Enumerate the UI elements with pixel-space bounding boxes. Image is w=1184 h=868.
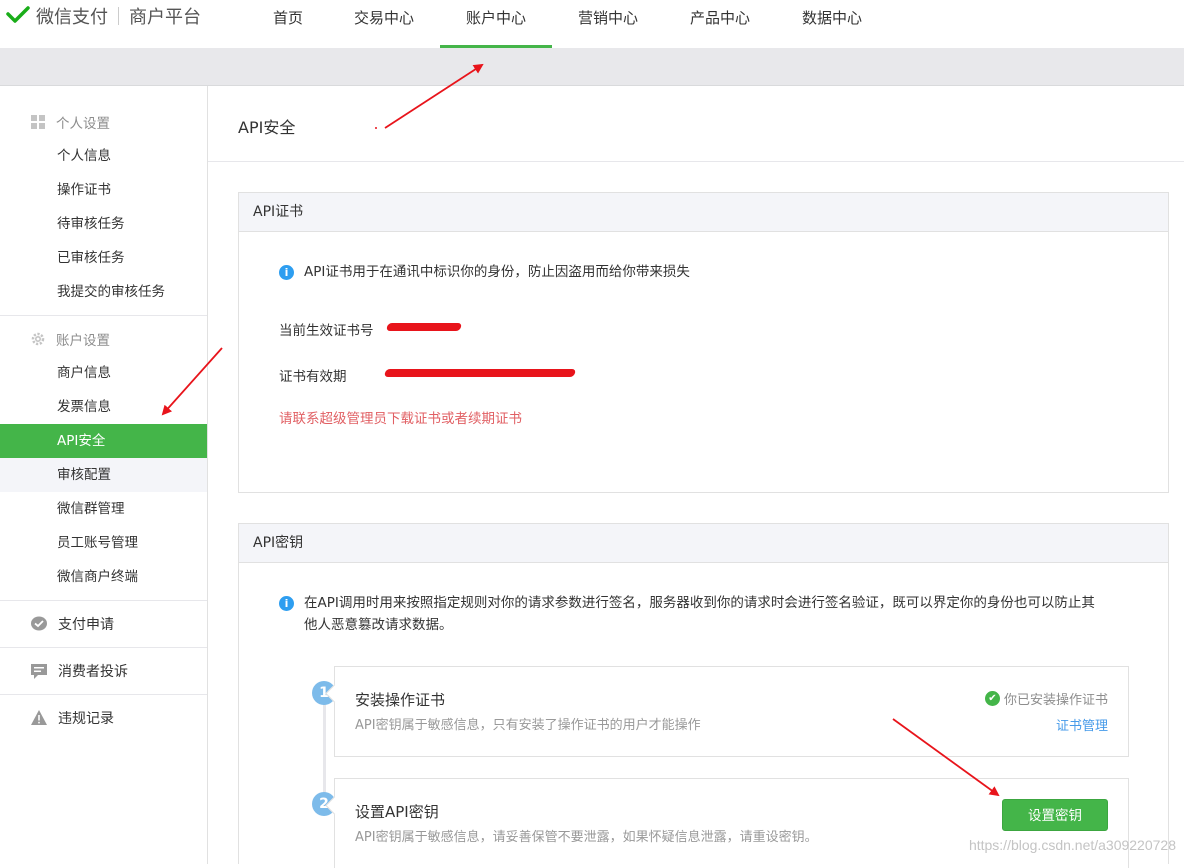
sidebar-divider [0, 315, 207, 316]
info-icon: i [279, 596, 294, 611]
cert-info: i API证书用于在通讯中标识你的身份，防止因盗用而给你带来损失 [279, 261, 690, 283]
page-title: API安全 [238, 118, 296, 137]
main-content: API安全 API证书 i API证书用于在通讯中标识你的身份，防止因盗用而给你… [208, 86, 1184, 868]
sidebar: 个人设置 个人信息 操作证书 待审核任务 已审核任务 我提交的审核任务 账户设置… [0, 86, 208, 864]
top-nav-bar: 微信支付 商户平台 首页 交易中心 账户中心 营销中心 产品中心 数据中心 [0, 0, 1184, 48]
step-desc: API密钥属于敏感信息，请妥善保管不要泄露，如果怀疑信息泄露，请重设密钥。 [355, 830, 818, 845]
nav-data-center[interactable]: 数据中心 [776, 0, 888, 48]
redaction-mark [385, 323, 463, 331]
sidebar-divider [0, 694, 207, 695]
brand-logo[interactable]: 微信支付 商户平台 [6, 4, 201, 28]
sidebar-item-merchant-terminal[interactable]: 微信商户终端 [0, 560, 207, 594]
key-info-line-1: 在API调用时用来按照指定规则对你的请求参数进行签名，服务器收到你的请求时会进行… [304, 595, 1095, 611]
cert-contact-note: 请联系超级管理员下载证书或者续期证书 [279, 411, 522, 427]
status-text: 你已安装操作证书 [1003, 693, 1108, 708]
brand-divider [118, 7, 119, 25]
sidebar-divider [0, 600, 207, 601]
sidebar-item-my-submitted-tasks[interactable]: 我提交的审核任务 [0, 275, 207, 309]
message-icon [31, 664, 47, 679]
info-icon: i [279, 265, 294, 280]
current-cert-label: 当前生效证书号 [279, 323, 374, 339]
sidebar-item-label: 消费者投诉 [58, 664, 128, 680]
step-set-api-key: 设置API密钥 API密钥属于敏感信息，请妥善保管不要泄露，如果怀疑信息泄露，请… [334, 778, 1129, 868]
sidebar-item-pending-tasks[interactable]: 待审核任务 [0, 207, 207, 241]
sidebar-item-label: 违规记录 [58, 711, 114, 727]
sidebar-item-invoice-info[interactable]: 发票信息 [0, 390, 207, 424]
warning-icon [31, 710, 47, 725]
redaction-mark [383, 369, 577, 377]
sidebar-item-wechat-group[interactable]: 微信群管理 [0, 492, 207, 526]
sidebar-divider [0, 647, 207, 648]
step-install-cert: 安装操作证书 API密钥属于敏感信息，只有安装了操作证书的用户才能操作 ✔ 你已… [334, 666, 1129, 757]
cert-info-text: API证书用于在通讯中标识你的身份，防止因盗用而给你带来损失 [304, 264, 690, 280]
nav-account-center[interactable]: 账户中心 [440, 0, 552, 48]
step-desc: API密钥属于敏感信息，只有安装了操作证书的用户才能操作 [355, 718, 701, 733]
sidebar-item-label: 支付申请 [58, 617, 114, 633]
brand-subtitle: 商户平台 [129, 7, 201, 28]
nav-product-center[interactable]: 产品中心 [664, 0, 776, 48]
nav-marketing-center[interactable]: 营销中心 [552, 0, 664, 48]
sidebar-item-review-config[interactable]: 审核配置 [0, 458, 207, 492]
sidebar-item-staff-accounts[interactable]: 员工账号管理 [0, 526, 207, 560]
sidebar-item-violation[interactable]: 违规记录 [0, 701, 208, 735]
gear-icon [31, 332, 45, 346]
sidebar-section-label: 账户设置 [56, 333, 110, 349]
sidebar-item-pay-apply[interactable]: 支付申请 [0, 607, 208, 641]
sidebar-item-api-security[interactable]: API安全 [0, 424, 207, 458]
nav-trade-center[interactable]: 交易中心 [328, 0, 440, 48]
sidebar-item-operation-cert[interactable]: 操作证书 [0, 173, 207, 207]
key-info-text: 在API调用时用来按照指定规则对你的请求参数进行签名，服务器收到你的请求时会进行… [304, 592, 1095, 636]
sidebar-section-personal: 个人设置 [0, 105, 208, 139]
wechat-pay-logo-icon [6, 6, 30, 23]
sidebar-item-personal-info[interactable]: 个人信息 [0, 139, 207, 173]
watermark: https://blog.csdn.net/a309220728 [968, 837, 1176, 853]
sub-nav-band [0, 48, 1184, 86]
set-key-button[interactable]: 设置密钥 [1002, 799, 1108, 831]
api-cert-panel: API证书 i API证书用于在通讯中标识你的身份，防止因盗用而给你带来损失 当… [238, 192, 1169, 493]
panel-title: API证书 [239, 193, 1168, 232]
cert-management-link[interactable]: 证书管理 [1056, 715, 1108, 734]
step-title: 设置API密钥 [355, 803, 439, 821]
sidebar-item-merchant-info[interactable]: 商户信息 [0, 356, 207, 390]
chat-check-icon [31, 616, 47, 631]
key-info-line-2: 他人恶意篡改请求数据。 [304, 617, 453, 633]
grid-icon [31, 115, 45, 129]
api-key-panel: API密钥 i 在API调用时用来按照指定规则对你的请求参数进行签名，服务器收到… [238, 523, 1169, 868]
title-divider [208, 161, 1184, 162]
panel-title: API密钥 [239, 524, 1168, 563]
sidebar-item-consumer-complaint[interactable]: 消费者投诉 [0, 654, 208, 688]
sidebar-section-account: 账户设置 [0, 322, 208, 356]
brand-name: 微信支付 [36, 7, 108, 28]
check-circle-icon: ✔ [984, 691, 1000, 706]
cert-installed-status: ✔ 你已安装操作证书 [984, 689, 1108, 708]
step-title: 安装操作证书 [355, 691, 446, 709]
sidebar-section-label: 个人设置 [56, 116, 110, 132]
sidebar-item-reviewed-tasks[interactable]: 已审核任务 [0, 241, 207, 275]
key-info: i 在API调用时用来按照指定规则对你的请求参数进行签名，服务器收到你的请求时会… [279, 592, 1139, 636]
cert-validity-label: 证书有效期 [279, 369, 347, 385]
